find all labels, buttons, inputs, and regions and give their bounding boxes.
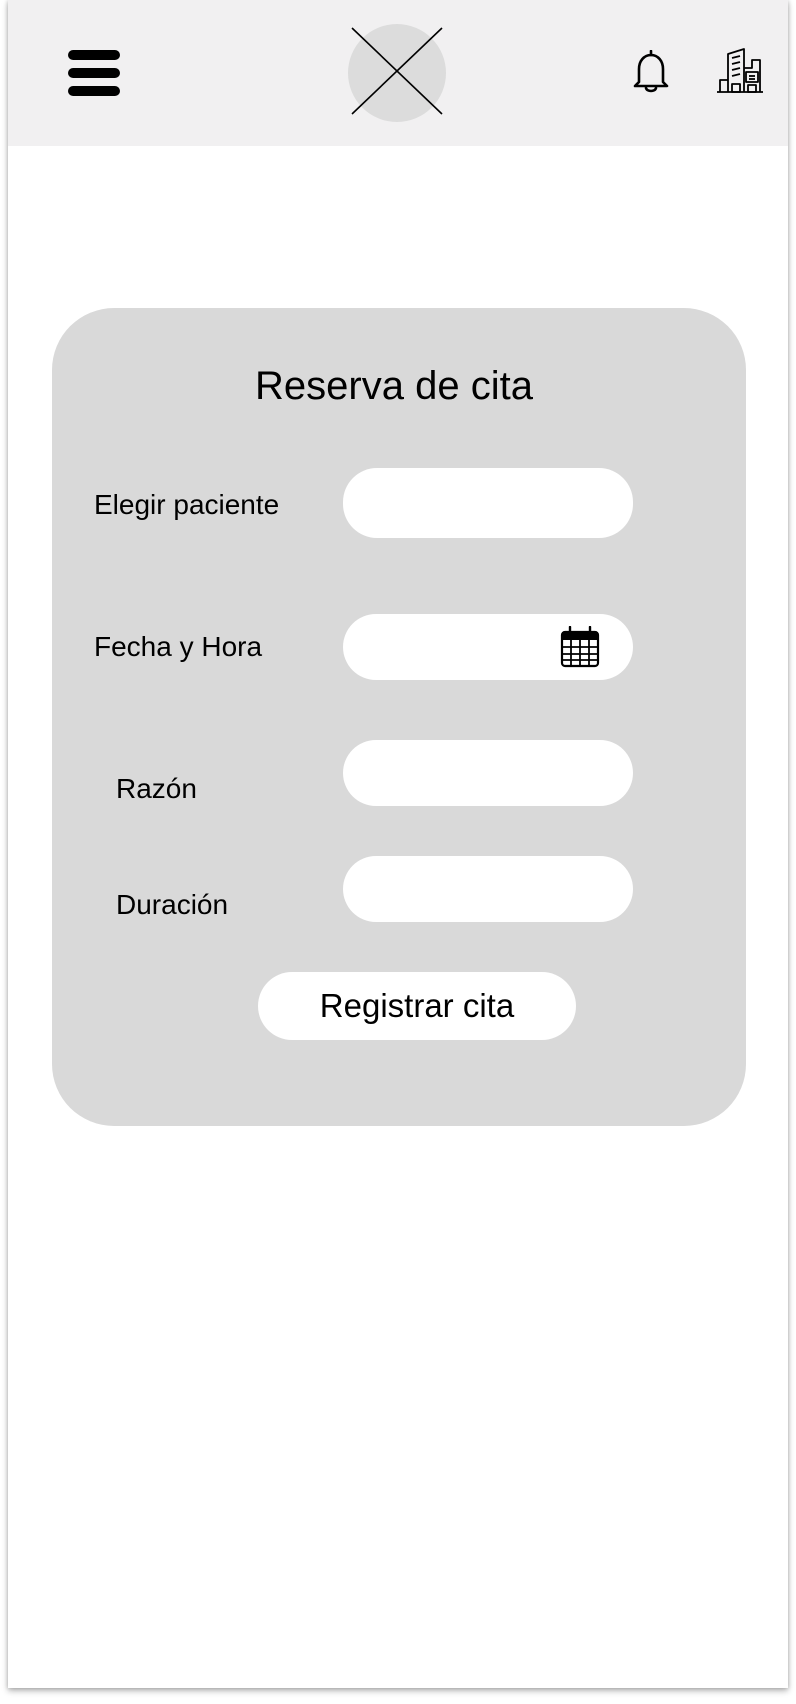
appointment-form-card: Reserva de cita Elegir paciente Fecha y … bbox=[52, 308, 746, 1126]
patient-label: Elegir paciente bbox=[94, 489, 280, 520]
logo-placeholder-icon bbox=[348, 24, 446, 122]
calendar-icon[interactable] bbox=[560, 626, 600, 668]
form-title: Reserva de cita bbox=[255, 364, 533, 408]
duration-label: Duración bbox=[116, 889, 229, 920]
reason-input[interactable] bbox=[343, 740, 633, 806]
hospital-building-icon[interactable] bbox=[716, 46, 764, 94]
hamburger-menu-icon[interactable] bbox=[68, 50, 120, 96]
datetime-label: Fecha y Hora bbox=[94, 631, 263, 662]
patient-input[interactable] bbox=[343, 468, 633, 538]
register-appointment-button[interactable]: Registrar cita bbox=[258, 972, 576, 1040]
bell-icon[interactable] bbox=[631, 50, 671, 94]
app-screen: Reserva de cita Elegir paciente Fecha y … bbox=[8, 0, 788, 1688]
top-bar bbox=[8, 0, 788, 146]
duration-input[interactable] bbox=[343, 856, 633, 922]
reason-label: Razón bbox=[116, 773, 197, 804]
